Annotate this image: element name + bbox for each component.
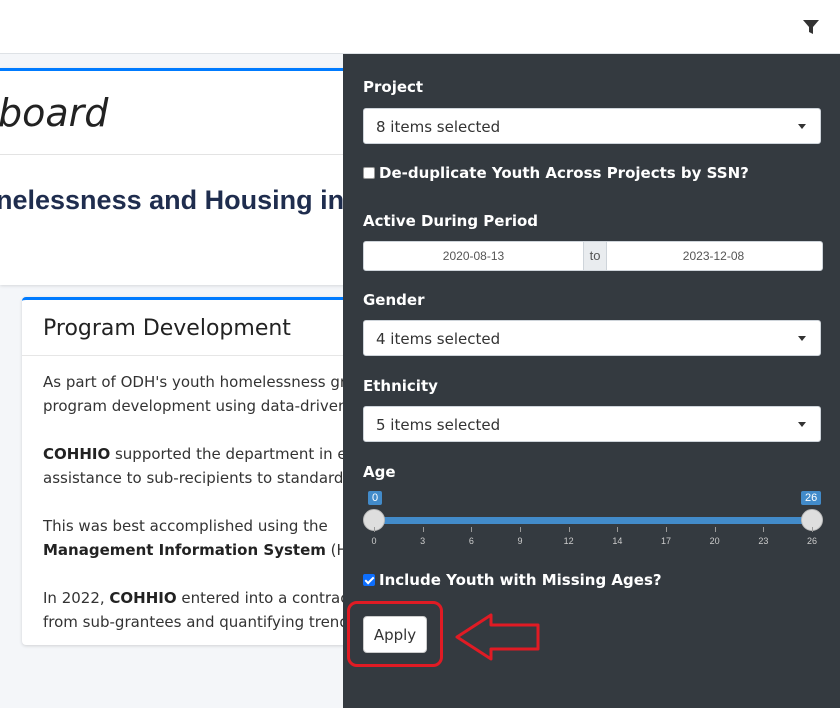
slider-tick-label: 6 <box>468 536 474 546</box>
divider <box>0 154 360 155</box>
slider-tick <box>763 527 765 532</box>
page-subtitle: nelessness and Housing in C <box>0 185 372 215</box>
dedup-checkbox[interactable] <box>363 167 375 179</box>
active-period-label: Active During Period <box>363 212 539 230</box>
slider-tick <box>617 527 619 532</box>
paragraph-3: This was best accomplished using the Man… <box>43 517 362 559</box>
top-navbar <box>0 0 840 54</box>
slider-tick-label: 20 <box>709 536 720 546</box>
chevron-down-icon <box>798 422 806 427</box>
gender-select[interactable]: 4 items selected <box>363 320 821 356</box>
highlight-box <box>347 601 443 667</box>
page-title: board <box>0 91 109 135</box>
slider-max-value: 26 <box>801 491 822 505</box>
ethnicity-select[interactable]: 5 items selected <box>363 406 821 442</box>
slider-tick <box>666 527 667 532</box>
chevron-down-icon <box>798 336 806 341</box>
paragraph-2: COHHIO supported the department in est a… <box>43 445 362 487</box>
slider-tick-label: 14 <box>612 536 623 546</box>
chevron-down-icon <box>798 124 806 129</box>
slider-tick <box>568 527 570 532</box>
missing-ages-checkbox-row[interactable]: Include Youth with Missing Ages? <box>363 571 662 589</box>
project-label: Project <box>363 78 424 96</box>
project-select[interactable]: 8 items selected <box>363 108 821 144</box>
slider-tick-label: 26 <box>806 536 818 546</box>
dashboard-header-card: board nelessness and Housing in C <box>0 68 371 285</box>
card-heading: Program Development <box>43 316 291 341</box>
program-development-card: Program Development As part of ODH's you… <box>22 297 362 645</box>
slider-tick <box>714 527 716 532</box>
slider-tick <box>520 527 521 532</box>
missing-ages-checkbox[interactable] <box>363 574 375 586</box>
slider-tick-label: 12 <box>563 536 574 546</box>
end-date-input[interactable]: 2023-12-08 <box>605 242 822 270</box>
paragraph-4: In 2022, COHHIO entered into a contract … <box>43 589 362 631</box>
slider-min-value: 0 <box>368 491 383 505</box>
slider-tick <box>374 527 375 532</box>
start-date-input[interactable]: 2020-08-13 <box>364 242 583 270</box>
divider <box>22 355 362 356</box>
gender-label: Gender <box>363 291 425 309</box>
slider-tick-label: 23 <box>758 536 769 546</box>
slider-tick-label: 3 <box>420 536 426 546</box>
ethnicity-label: Ethnicity <box>363 377 438 395</box>
slider-tick-label: 9 <box>517 536 523 546</box>
date-separator: to <box>583 242 607 270</box>
paragraph-1: As part of ODH's youth homelessness gran… <box>43 373 362 415</box>
slider-tick <box>471 527 473 532</box>
dedup-checkbox-row[interactable]: De-duplicate Youth Across Projects by SS… <box>363 164 749 182</box>
slider-tick-label: 17 <box>660 536 672 546</box>
filter-icon[interactable] <box>800 16 822 38</box>
slider-tick <box>812 527 813 532</box>
age-label: Age <box>363 463 396 481</box>
slider-track[interactable] <box>374 517 812 524</box>
age-range-slider[interactable]: 0 26 0 3 6 9 12 14 17 20 23 26 <box>363 487 833 567</box>
date-range-input: 2020-08-13 to 2023-12-08 <box>363 241 823 271</box>
slider-tick <box>422 527 424 532</box>
slider-tick-label: 0 <box>371 536 377 546</box>
arrow-annotation-icon <box>455 613 540 661</box>
